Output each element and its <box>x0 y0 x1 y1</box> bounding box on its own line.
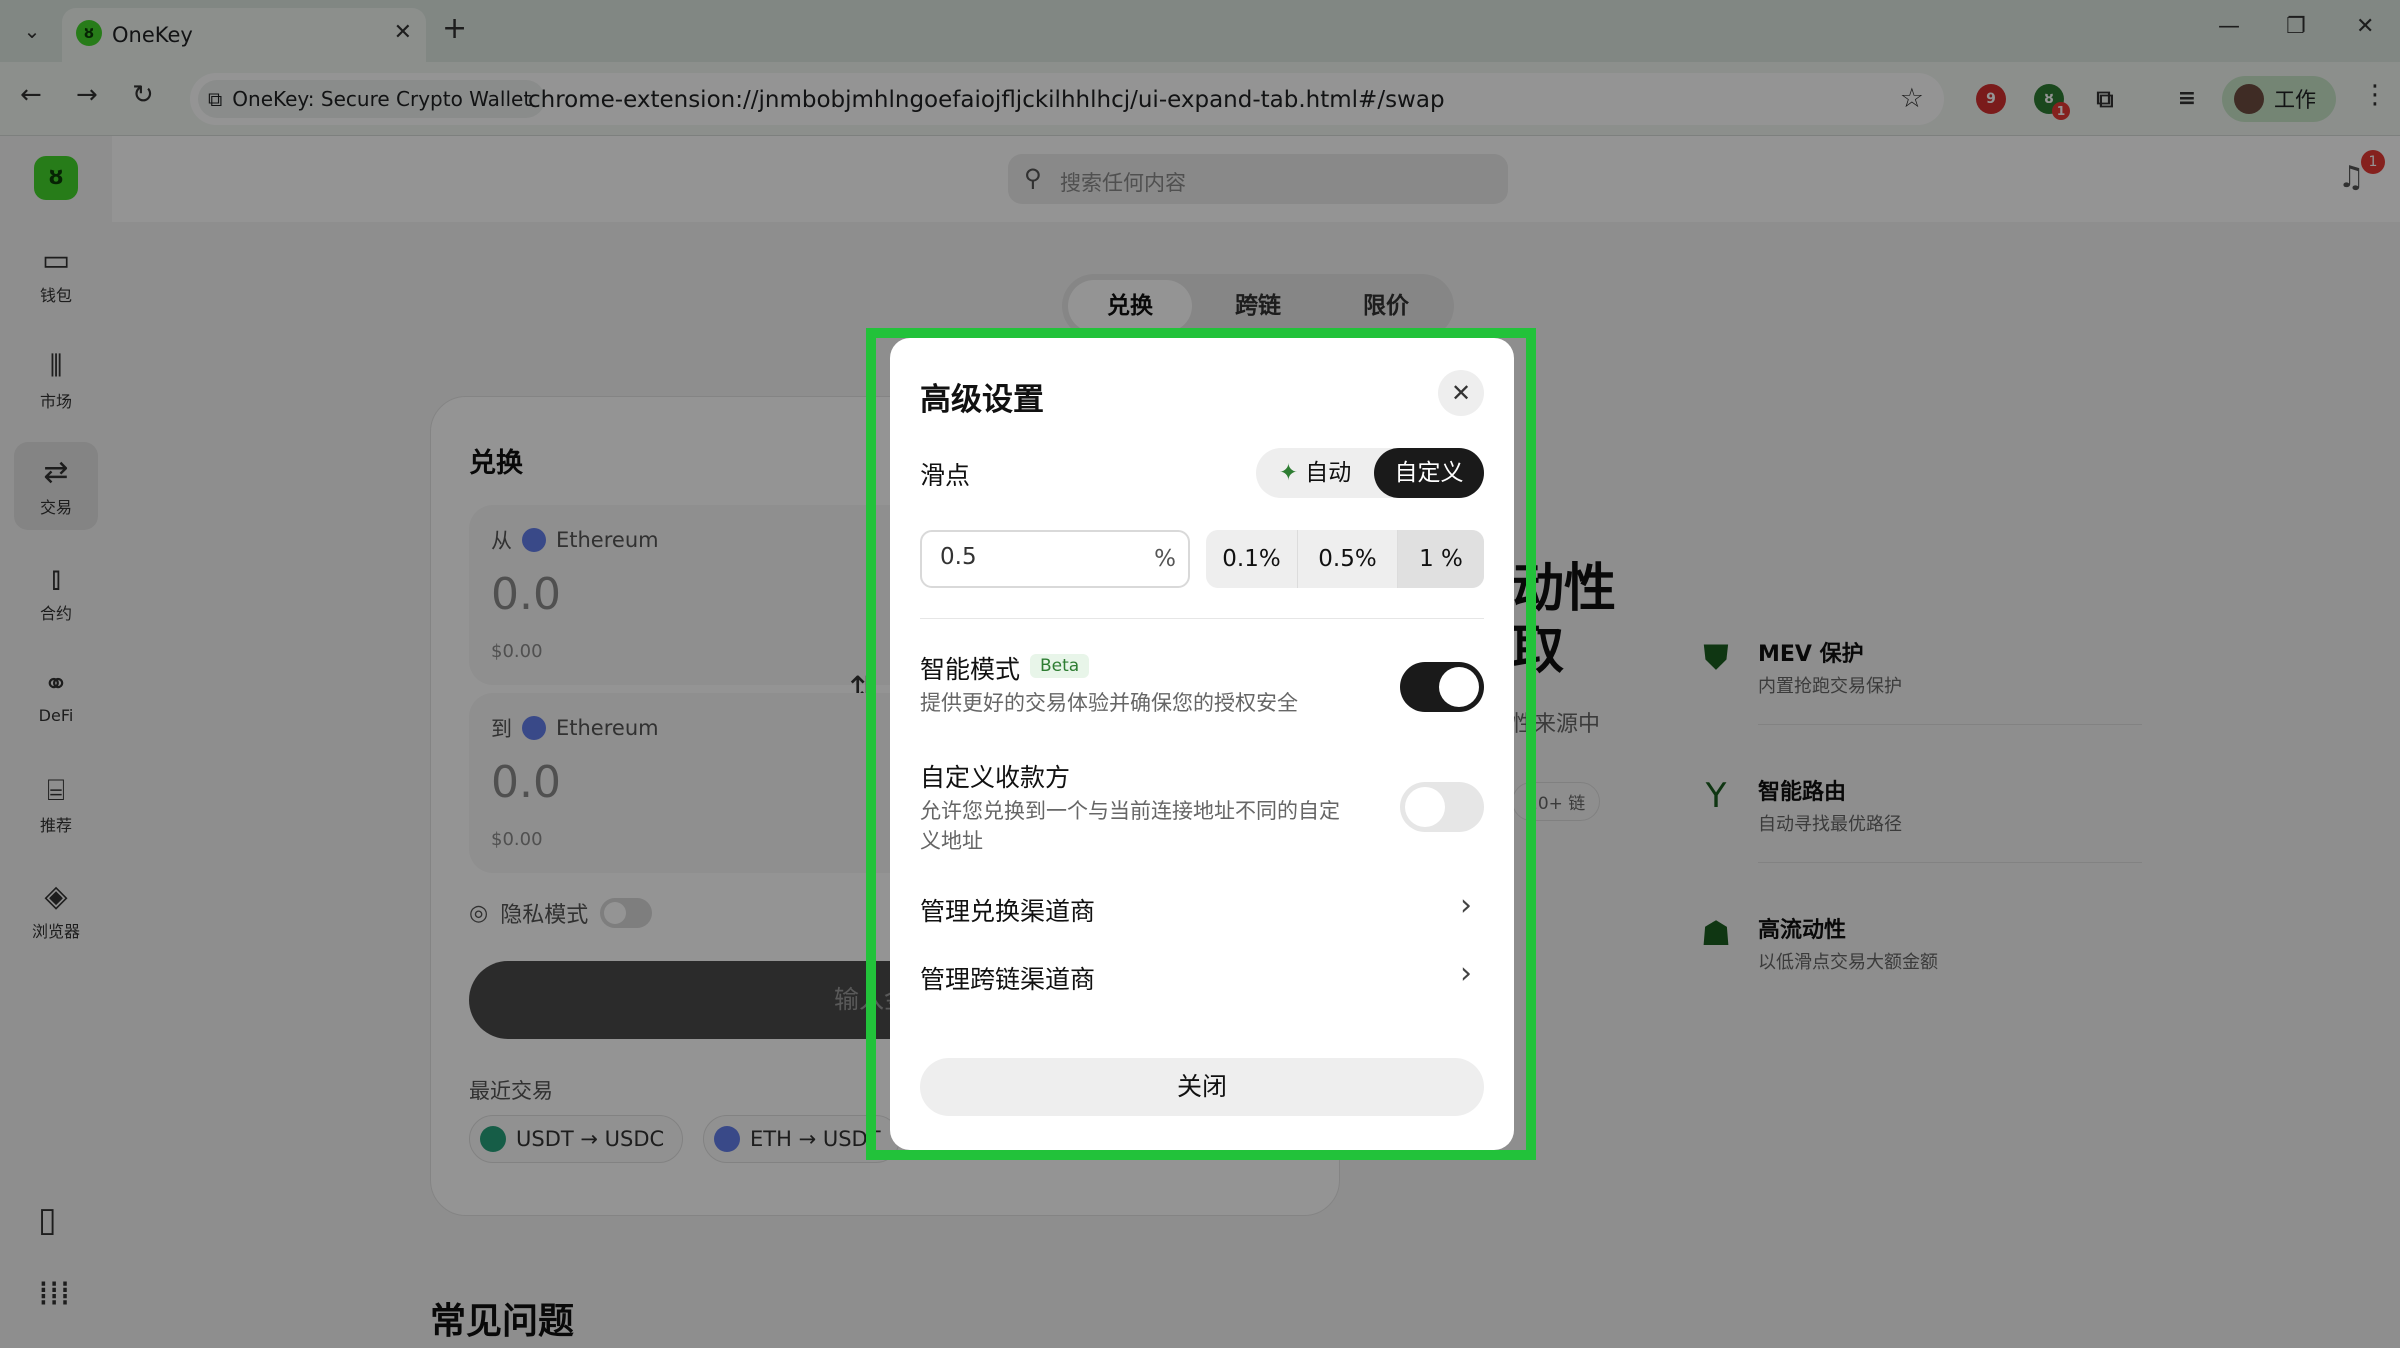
preset-0-5[interactable]: 0.5% <box>1298 530 1398 588</box>
slippage-input-box[interactable]: % <box>920 530 1190 588</box>
advanced-settings-dialog: 高级设置 ✕ 滑点 ✦ 自动 自定义 % 0.1% 0.5% 1 % 智能模式 … <box>890 338 1514 1150</box>
close-icon[interactable]: ✕ <box>1438 370 1484 416</box>
preset-0-1[interactable]: 0.1% <box>1206 530 1298 588</box>
chevron-right-icon[interactable]: › <box>1460 956 1472 991</box>
slippage-label: 滑点 <box>920 461 971 490</box>
slippage-auto-option[interactable]: ✦ 自动 <box>1256 448 1374 498</box>
manage-bridge-providers[interactable]: 管理跨链渠道商 <box>920 960 1095 996</box>
toggle-knob <box>1439 667 1479 707</box>
slippage-custom-option[interactable]: 自定义 <box>1374 448 1484 498</box>
sparkle-icon: ✦ <box>1278 460 1298 486</box>
toggle-knob <box>1405 787 1445 827</box>
chevron-right-icon[interactable]: › <box>1460 888 1472 923</box>
custom-recipient-toggle[interactable] <box>1400 782 1484 832</box>
close-button[interactable]: 关闭 <box>920 1058 1484 1116</box>
custom-recipient-description: 允许您兑换到一个与当前连接地址不同的自定义地址 <box>920 799 1340 853</box>
slippage-mode-switch: ✦ 自动 自定义 <box>1256 448 1484 498</box>
custom-recipient-label: 自定义收款方 <box>920 763 1071 792</box>
slippage-input[interactable] <box>940 544 1140 570</box>
slippage-presets: 0.1% 0.5% 1 % <box>1206 530 1484 588</box>
beta-badge: Beta <box>1030 654 1090 678</box>
slippage-auto-label: 自动 <box>1305 460 1352 486</box>
manage-swap-providers[interactable]: 管理兑换渠道商 <box>920 892 1095 928</box>
percent-unit: % <box>1154 546 1176 572</box>
dialog-title: 高级设置 <box>920 382 1044 418</box>
smart-mode-description: 提供更好的交易体验并确保您的授权安全 <box>920 691 1298 715</box>
preset-1[interactable]: 1 % <box>1398 530 1484 588</box>
smart-mode-toggle[interactable] <box>1400 662 1484 712</box>
smart-mode-label: 智能模式 <box>920 655 1021 684</box>
divider <box>920 618 1484 619</box>
